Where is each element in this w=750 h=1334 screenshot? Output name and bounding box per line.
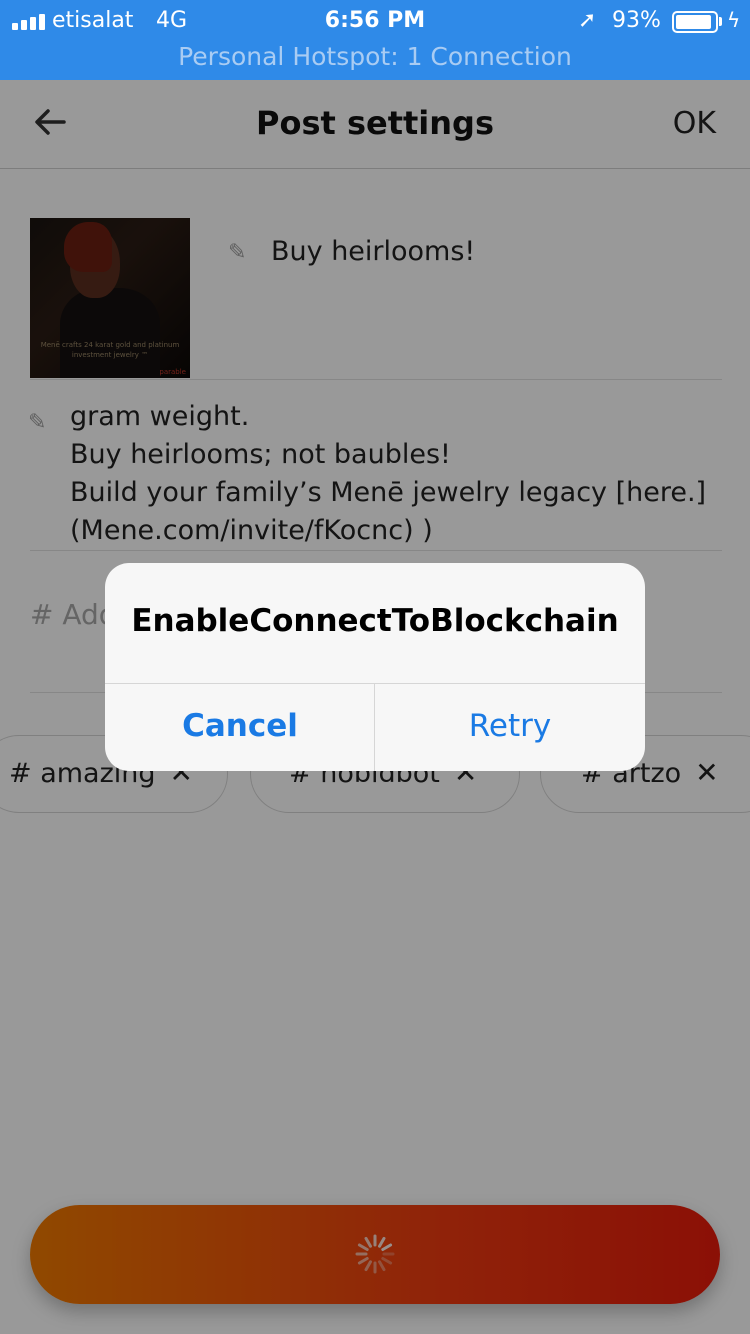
status-bar: etisalat 4G 6:56 PM ➚ 93% ϟ Personal Hot…: [0, 0, 750, 80]
battery-percentage: 93%: [612, 8, 661, 33]
cancel-button[interactable]: Cancel: [105, 684, 375, 771]
retry-button[interactable]: Retry: [375, 684, 645, 771]
alert-title: EnableConnectToBlockchain: [131, 603, 619, 639]
hotspot-banner[interactable]: Personal Hotspot: 1 Connection: [0, 42, 750, 71]
charging-bolt-icon: ϟ: [727, 8, 741, 32]
battery-icon: [672, 11, 718, 33]
location-arrow-icon: ➚: [578, 8, 597, 33]
alert-dialog: EnableConnectToBlockchain Cancel Retry: [105, 563, 645, 771]
